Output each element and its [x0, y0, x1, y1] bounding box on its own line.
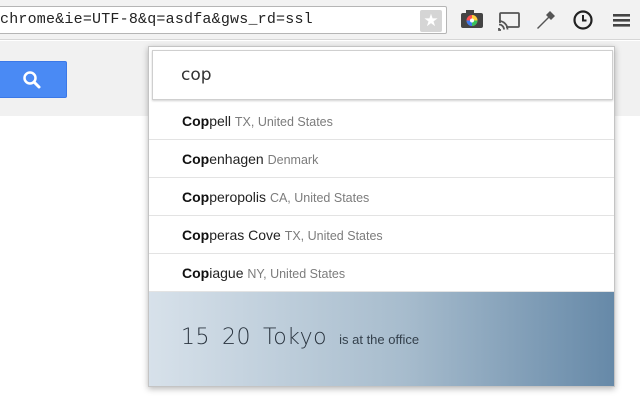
timezone-popup: Coppell TX, United States Copenhagen Den… — [148, 46, 615, 387]
result-rest-text: pell — [209, 113, 232, 129]
list-item[interactable]: Copiague NY, United States — [149, 254, 614, 292]
address-bar[interactable]: chrome&ie=UTF-8&q=asdfa&gws_rd=ssl ★ — [0, 6, 447, 34]
time-minute: 20 — [222, 325, 251, 350]
city-name: Tokyo — [263, 325, 328, 350]
result-match-text: Cop — [182, 151, 210, 167]
magnifier-icon — [23, 71, 41, 89]
menu-icon[interactable] — [609, 7, 635, 33]
result-match-text: Cop — [182, 227, 210, 243]
result-rest-text: enhagen — [209, 151, 264, 167]
cast-icon[interactable] — [496, 7, 522, 33]
result-region-text: TX, United States — [234, 115, 333, 129]
result-match-text: Cop — [182, 189, 210, 205]
browser-toolbar: chrome&ie=UTF-8&q=asdfa&gws_rd=ssl ★ — [0, 0, 640, 40]
city-results-list: Coppell TX, United States Copenhagen Den… — [149, 102, 614, 292]
time-display-line: 15 20 Tokyo is at the office — [181, 325, 419, 350]
clock-icon[interactable] — [570, 7, 596, 33]
city-search-box[interactable] — [152, 50, 613, 100]
city-search-input[interactable] — [153, 51, 612, 99]
result-region-text: Denmark — [267, 153, 319, 167]
result-match-text: Cop — [182, 265, 210, 281]
result-region-text: TX, United States — [284, 229, 383, 243]
result-rest-text: peropolis — [209, 189, 267, 205]
result-region-text: NY, United States — [247, 267, 346, 281]
presence-status: is at the office — [339, 332, 420, 347]
list-item[interactable]: Copperopolis CA, United States — [149, 178, 614, 216]
key-icon[interactable] — [534, 7, 560, 33]
time-hour: 15 — [181, 325, 210, 350]
address-bar-url[interactable]: chrome&ie=UTF-8&q=asdfa&gws_rd=ssl — [0, 11, 313, 28]
result-rest-text: peras Cove — [209, 227, 281, 243]
list-item[interactable]: Copperas Cove TX, United States — [149, 216, 614, 254]
result-rest-text: iague — [209, 265, 244, 281]
color-picker-icon[interactable] — [459, 7, 485, 33]
time-display-card: 15 20 Tokyo is at the office — [149, 292, 614, 386]
result-region-text: CA, United States — [269, 191, 370, 205]
search-button[interactable] — [0, 61, 67, 98]
star-icon[interactable]: ★ — [420, 10, 442, 32]
list-item[interactable]: Coppell TX, United States — [149, 102, 614, 140]
result-match-text: Cop — [182, 113, 210, 129]
list-item[interactable]: Copenhagen Denmark — [149, 140, 614, 178]
